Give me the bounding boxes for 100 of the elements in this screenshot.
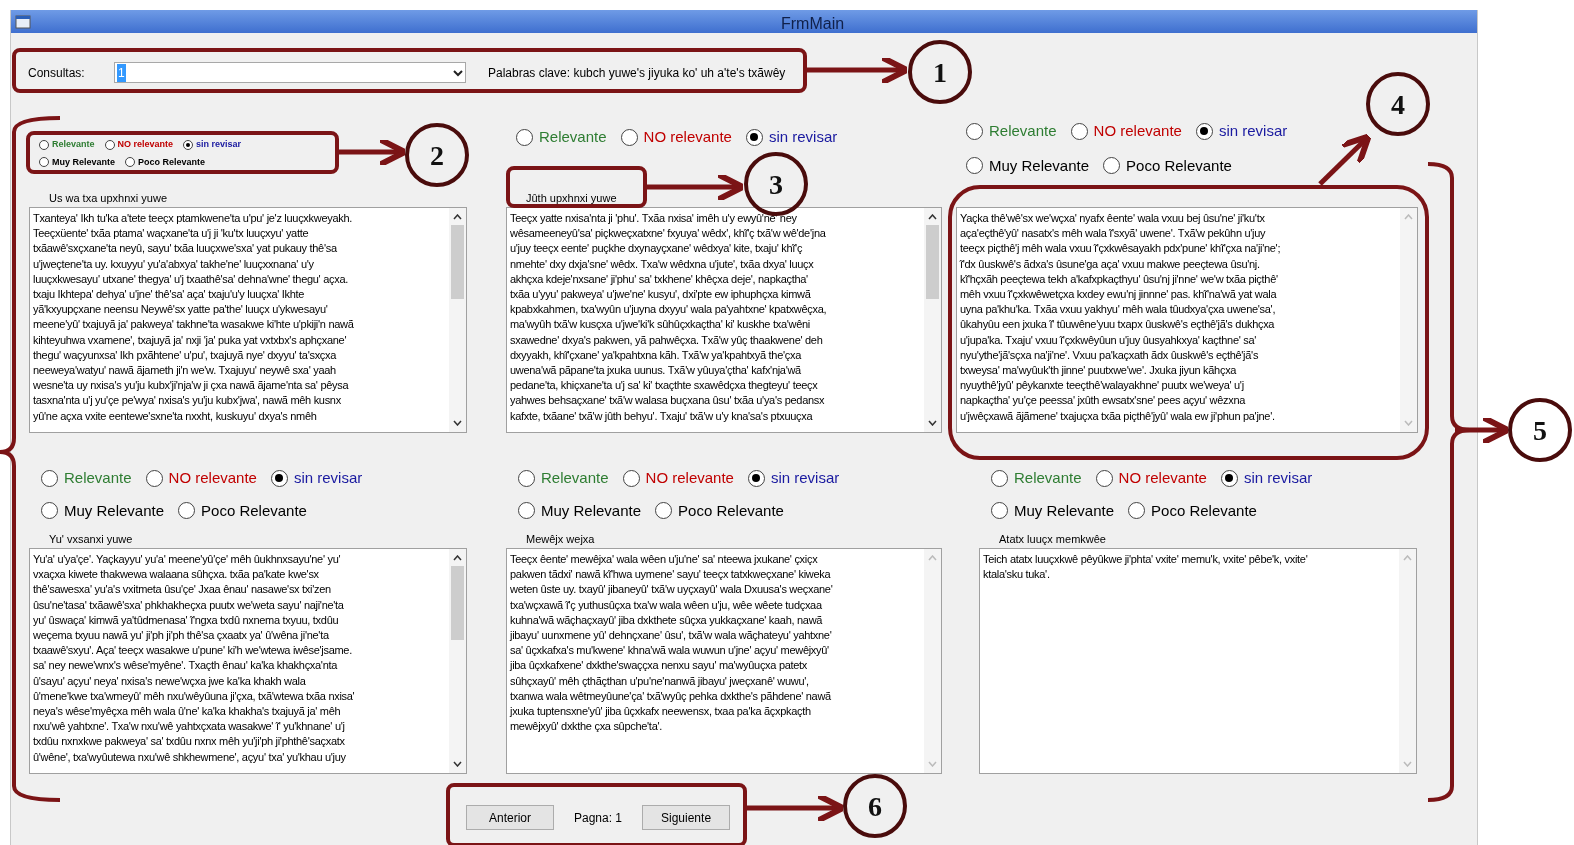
text-line: dxyyakh, khĩ'çxane' ya'kpahtxna kãh. Txã'w ya'kpahtxyã the'çxa [510, 347, 801, 363]
text-line: Teeçx yatte nxisa'nta ji 'phu'. Txãa nxisa' imêh u'y ewyû'ne' ney [510, 211, 797, 226]
text-line: nyuythê'jyû' pêykanxte teeçthê'walayakhne' puutx we'weya' u'j [960, 378, 1244, 394]
text-line: jiba ûçxkafxene' dxkthe'swaççxa nenxu sayu' ma'wyûuçxa patetx [510, 658, 808, 674]
radio-option[interactable]: NO relevante [104, 138, 174, 152]
page-label: Pagna: 1 [574, 809, 623, 827]
radio-option[interactable]: Muy Relevante [518, 499, 642, 522]
scrollbar[interactable] [449, 208, 466, 432]
text-line: kihteyuhwa vxamene', txajuyã ja' nxji 'ja' puka yat vxtxbx's aphçxane' [33, 332, 347, 348]
text-area[interactable] [29, 548, 467, 774]
text-line: uwena'wã pãpane'ta jxuka uunus. Txã'w yûuya'çtha' kafx'nja'wã [510, 363, 801, 379]
radio-option[interactable]: Muy Relevante [39, 155, 116, 169]
radio-option[interactable]: Poco Relevante [178, 499, 307, 522]
radio-option[interactable]: NO relevante [145, 467, 257, 490]
text-line: pakwen tãdxi' nawã kĩ'hwa uymene' sayu' teeçx tatxkweçxane' kiweka [510, 567, 831, 583]
radio-option[interactable]: Relevante [39, 138, 95, 152]
callout-number: 1 [933, 57, 947, 88]
text-area[interactable] [956, 207, 1418, 433]
scrollbar[interactable] [449, 549, 466, 773]
radio-option[interactable]: Relevante [966, 120, 1057, 143]
text-line: neeweya'watyu' nawã ãjameth ji'n we'w. Txajuyu' neywê sxa' yaah [33, 363, 336, 379]
radio-option[interactable]: Muy Relevante [41, 499, 165, 522]
text-line: nmehte' dxy dxja'sne' wêdx. Txa'w wêdxna u'jute', txãa dxya' luuçx [510, 256, 814, 272]
callout-number: 2 [430, 140, 444, 171]
text-line: wesne'ta uy nxisa's yu'ju kubx'ji'nja'w ji çxa nawã ãjame'nta sa' pêysa [33, 378, 349, 394]
chevron-down-icon[interactable] [453, 420, 462, 426]
text-line: pedane'ta, khiçxane'ta u'j sa' ki' txaçthte sxawêdçxa thegteyu' teeçx [510, 378, 818, 394]
text-line: jxuka tuptensxne'yû' jiba ûçxkafx neewensx, txaa pa'ka ãçxpkaçth [510, 704, 811, 720]
text-line: ktala'sku tuka'. [983, 567, 1050, 583]
callout-circle [1508, 398, 1572, 462]
text-line: nyu'ythe'jã'sçxa na'ji'ne'. Vxuu pa'kaçxath ãdx ûuskwê's eçthê'jã's [960, 347, 1259, 363]
text-line: ûkahyûu een jxuka ĩ' tûuwêne'yuu txapx ûuskwê's eçthê'jã's dukhçxa [960, 317, 1275, 333]
text-line: û'sayu' açyu' neya' nxisa's newe'wçxa jwe ka'ka khakh wala [33, 673, 306, 689]
radio-option[interactable]: Relevante [991, 467, 1082, 490]
text-area[interactable]: Teich atatx luuçxkwê pêyûkwe ji'phta' vxite' memu'k, vxite' pêbe'k, vxite' ktala'sku tuka'. [979, 548, 1417, 774]
radio-option[interactable]: Poco Relevante [1103, 154, 1232, 177]
text-line: teeçx piçthê'j mêh wala vxuu ĩ'çxkwêsayakh pdx'pune' khĩ'çxa na'ji'ne'; [960, 241, 1281, 257]
chevron-up-icon[interactable] [453, 214, 462, 220]
text-line: kuhna'wã wãçhaçxayû' jiba dxkthete sûçxa yukkaçxane' kaah, nawã [510, 612, 823, 628]
text-line: Teeçxüente' txãa ptama' waçxane'ta u'j ji 'ku'tx luuçxyu' yatte [33, 226, 309, 242]
radio-option[interactable]: Relevante [518, 467, 609, 490]
radio-option[interactable]: NO relevante [1095, 467, 1207, 490]
text-line: napkaçtha' yu'çe peessa' jxûth ewsatx'sne' pees açyu' wêzxna [960, 393, 1246, 409]
text-line: weçema txyuu nawã yu' ji'ph ji'ph thê'sa çxaatx ya' û'wêna ji'ne'ta [33, 628, 329, 643]
radio-option[interactable]: Relevante [41, 467, 132, 490]
text-area[interactable] [506, 548, 942, 774]
text-line: ûsu'ne'tasa' txãawê'sxa' phkhakheçxa puutx we'weta sayu' naji'ne'ta [33, 597, 344, 613]
text-line: mêh vxuu ĩ'çxkwêwetçxa kxdey ewu'nj jinnne' pas. khĩ'na'wã yat wala [960, 287, 1277, 302]
text-line: sa' ûçxkafxa's mu'kwene' khna'wã wala wuwun u'jne' açyu' mewêjxyû' [510, 643, 829, 659]
radio-option[interactable]: NO relevante [622, 467, 734, 490]
field-label: Mewêjx wejxa [526, 533, 595, 545]
keywords-label: Palabras clave: kubch yuwe's jiyuka ko' uh a'te's txãwêy [488, 64, 786, 82]
text-line: jibayu' uunxmene yû' dehnçxane' ûsu', txã'w wala wãçhateyu' yahtxne' [510, 628, 832, 643]
text-line: u'jupa'ka. Txaju' vxuu ĩ'çxkwêyûun u'juy ûusyahkxya' kaçthne' sa' [960, 332, 1257, 348]
field-label: Yu' vxsanxi yuwe [49, 533, 133, 545]
text-line: Teich atatx luuçxkwê pêyûkwe ji'phta' vxite' memu'k, vxite' pêbe'k, vxite' [983, 552, 1308, 567]
text-line: txdûu nxnxkwe pakweya' sa' txdûu nxnx mêh yu'ji'ph ji'phthê'saçxatx [33, 734, 345, 750]
text-line: meene'yû' txajuyã ja' pakweya' takhne'ta wasakwe ki'hte u'pkiji'n nawã [33, 317, 354, 333]
text-line: û'mene'kwe txa'wmeyû' mêh nxu'wêyûuna ji'çxa, txã'wtewa txãa nxisa' [33, 688, 355, 704]
callout-circle [908, 40, 972, 104]
text-line: kpabxkahmen, txa'wyûn u'juyna dxyyu' wala pa'yahtxne' kpatxwêçxa, [510, 302, 827, 318]
text-line: tasxna'nta u'j yu'çe pe'wya' nxisa's yu'ju kubx'jwa', nawã mêh kusnx [33, 393, 341, 409]
scrollbar[interactable] [924, 208, 941, 432]
radio-option[interactable]: NO relevante [620, 126, 732, 149]
text-line: txãawê'sxçxane'ta neyû, sayu' txãa luuçxwe'sxa' yat pukauy thê'sa [33, 241, 337, 257]
text-area[interactable] [29, 207, 467, 433]
text-line: ĩ'dx ûuskwê's ãdxa's ûsune'ga aça' vxuu makwe peeçtewa ûsu'nj. [960, 256, 1260, 272]
chevron-up-icon[interactable] [453, 555, 462, 561]
radio-option[interactable]: Poco Relevante [125, 155, 206, 169]
text-line: u'juy teeçx eente' puçkhe dxynayçxane' wêdxya' kite, txaju' khĩ'ç [510, 241, 803, 257]
radio-option[interactable]: sin revisar [745, 126, 838, 149]
text-line: sa' ney newe'wnx's wêse'myêne'. Txaçth ênau' ka'ka khakhçxa'nta [33, 658, 338, 674]
text-area[interactable] [506, 207, 942, 433]
radio-option[interactable]: sin revisar [1220, 467, 1313, 490]
scrollbar-thumb[interactable] [451, 566, 464, 640]
scrollbar-thumb[interactable] [926, 225, 939, 299]
chevron-down-icon[interactable] [453, 761, 462, 767]
radio-option[interactable]: sin revisar [183, 138, 242, 152]
radio-option[interactable]: sin revisar [1195, 120, 1288, 143]
radio-option[interactable]: Poco Relevante [655, 499, 784, 522]
radio-option[interactable]: NO relevante [1070, 120, 1182, 143]
query-label: Consultas: [28, 64, 86, 82]
text-line: mewêjxyû' dxkthe çxa sûpche'ta'. [510, 719, 662, 735]
text-line: txa'wçxawã ĩ'ç yuthusûçxa txa'w wala wêen u'ju, wêe wêete tudçxaa [510, 597, 822, 613]
callout-number: 5 [1533, 415, 1547, 446]
radio-option[interactable]: Relevante [516, 126, 607, 149]
radio-option[interactable]: Muy Relevante [991, 499, 1115, 522]
callout-number: 4 [1391, 89, 1405, 120]
radio-option[interactable]: Muy Relevante [966, 154, 1090, 177]
text-line: sxawedne' dxya's pakwen, yã pahwêçxa. Txã'w yûç thaakwene' deh [510, 332, 823, 348]
text-line: txweysa' ma'wyûuk'th jinne' puutxwe'we'. Jxuka jiyun kãhçxa [960, 363, 1237, 379]
radio-option[interactable]: Poco Relevante [1128, 499, 1257, 522]
chevron-down-icon[interactable] [928, 420, 937, 426]
previous-button[interactable]: Anterior [466, 805, 554, 830]
scrollbar-thumb[interactable] [451, 225, 464, 299]
radio-option[interactable]: sin revisar [270, 467, 363, 490]
chevron-up-icon[interactable] [928, 214, 937, 220]
text-line: kafxte, txãane' txã'w jûth behyu'. Txaju' txã'w u'y kna'sa's ptxuuçxa [510, 408, 813, 424]
radio-option[interactable]: sin revisar [747, 467, 840, 490]
next-button[interactable]: Siguiente [642, 805, 731, 830]
